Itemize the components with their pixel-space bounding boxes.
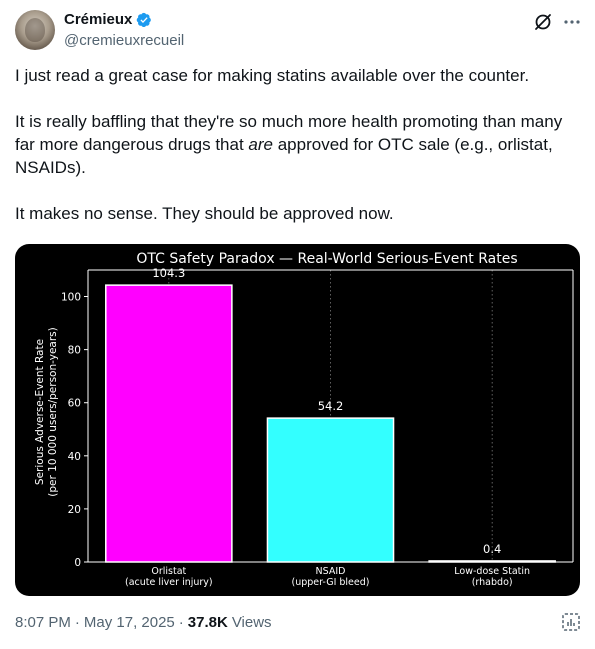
y-tick-label: 40: [68, 451, 81, 463]
y-tick-label: 20: [68, 504, 81, 516]
y-tick-label: 0: [74, 557, 81, 569]
bar-value-label: 0.4: [483, 542, 501, 556]
x-tick-label: Orlistat: [151, 566, 186, 577]
x-tick-label: NSAID: [316, 566, 346, 577]
tweet-date[interactable]: May 17, 2025: [84, 614, 175, 631]
chart-title: OTC Safety Paradox — Real-World Serious-…: [136, 251, 517, 267]
bar-orlistat: [105, 284, 233, 563]
tweet-text: I just read a great case for making stat…: [15, 64, 575, 248]
tweet-paragraph-2: It is really baffling that they're so mu…: [15, 110, 575, 179]
y-axis-label-line1: Serious Adverse-Event Rate: [34, 339, 46, 485]
plot-area: 104.3 Orlistat(acute liver injury) 54.2 NSA…: [61, 266, 574, 588]
y-tick-label: 100: [61, 292, 81, 304]
tweet-paragraph-1: I just read a great case for making stat…: [15, 66, 530, 85]
x-tick-label: Low-dose Statin: [454, 566, 530, 577]
more-icon[interactable]: [562, 12, 582, 32]
chart-svg: OTC Safety Paradox — Real-World Serious-…: [34, 251, 574, 588]
grok-icon[interactable]: [533, 12, 553, 32]
x-tick-sublabel: (acute liver injury): [125, 577, 213, 588]
tweet-footer: 8:07 PM · May 17, 2025 · 37.8K Views: [15, 614, 272, 631]
avatar[interactable]: [15, 10, 55, 50]
tweet-time[interactable]: 8:07 PM: [15, 614, 71, 631]
tweet-paragraph-3: It makes no sense. They should be approv…: [15, 204, 394, 223]
y-axis-label-group: Serious Adverse-Event Rate (per 10 000 u…: [34, 327, 59, 496]
author-name-row: Crémieux: [64, 11, 152, 28]
verified-badge-icon: [137, 12, 152, 27]
x-tick-sublabel: (upper-GI bleed): [292, 577, 370, 588]
separator: ·: [178, 614, 184, 631]
analytics-icon[interactable]: [561, 612, 581, 632]
separator: ·: [74, 614, 80, 631]
views-count: 37.8K: [187, 614, 228, 631]
bar-value-label: 54.2: [318, 399, 344, 413]
author-display-name[interactable]: Crémieux: [64, 11, 132, 28]
y-tick-label: 60: [68, 398, 81, 410]
author-handle[interactable]: @cremieuxrecueil: [64, 32, 184, 49]
x-tick-sublabel: (rhabdo): [472, 577, 513, 588]
y-tick-label: 80: [68, 345, 81, 357]
chart-image[interactable]: OTC Safety Paradox — Real-World Serious-…: [15, 244, 580, 596]
tweet-emphasis: are: [248, 135, 273, 154]
views-label: Views: [231, 614, 272, 631]
y-axis-label-line2: (per 10 000 users/person-years): [47, 327, 59, 496]
bar-nsaid: [266, 417, 395, 563]
bar-value-label: 104.3: [152, 266, 185, 280]
